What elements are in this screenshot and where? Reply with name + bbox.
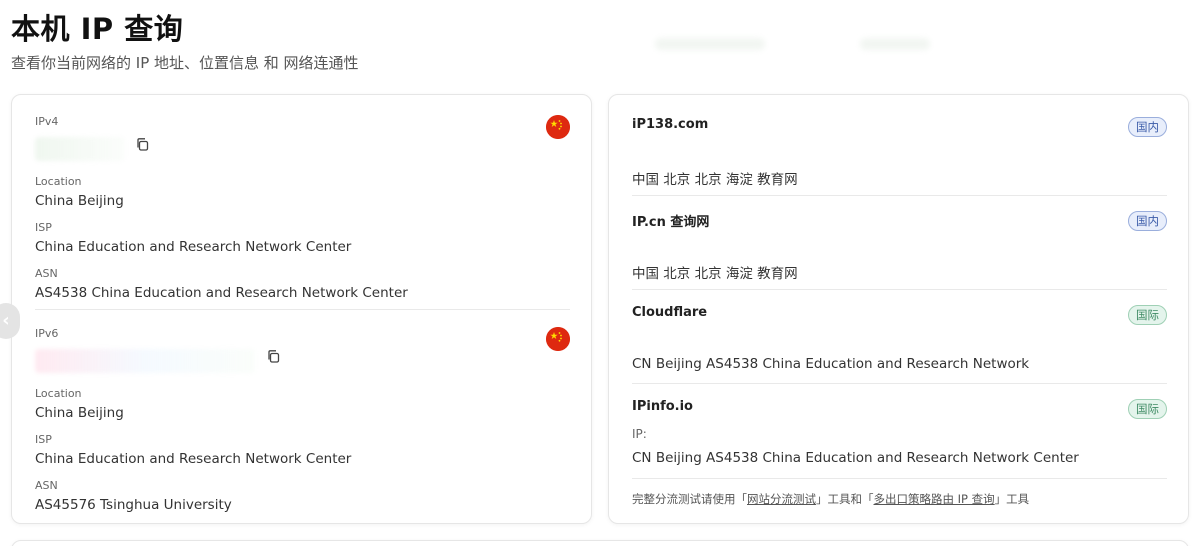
chevron-left-icon[interactable]: ‹ <box>0 303 20 339</box>
isp-label: ISP <box>35 221 52 234</box>
ipv4-isp: ISP China Education and Research Network… <box>35 221 351 256</box>
next-card <box>11 540 1189 546</box>
page-subtitle: 查看你当前网络的 IP 地址、位置信息 和 网络连通性 <box>11 54 359 72</box>
asn-value: AS45576 Tsinghua University <box>35 497 232 513</box>
china-flag-icon <box>546 327 570 351</box>
divider <box>632 195 1167 196</box>
divider <box>632 383 1167 384</box>
ipv6-location: Location China Beijing <box>35 387 124 422</box>
source-ipcn: IP.cn 查询网 国内 中国 北京 北京 海淀 教育网 <box>632 211 1167 282</box>
local-ip-card: IPv4 Location China Beijing ISP China Ed… <box>11 94 592 524</box>
asn-label: ASN <box>35 267 58 280</box>
footnote: 完整分流测试请使用「网站分流测试」工具和「多出口策略路由 IP 查询」工具 <box>632 491 1029 507</box>
source-name: Cloudflare <box>632 305 708 320</box>
ipv4-block: IPv4 Location China Beijing ISP China Ed… <box>35 115 570 301</box>
divider <box>632 289 1167 290</box>
page-title: 本机 IP 查询 <box>11 12 184 46</box>
source-detail: 中国 北京 北京 海淀 教育网 <box>632 172 798 188</box>
source-detail: 中国 北京 北京 海淀 教育网 <box>632 266 798 282</box>
ip-sources-card: iP138.com 国内 中国 北京 北京 海淀 教育网 IP.cn 查询网 国… <box>608 94 1189 524</box>
source-cloudflare: Cloudflare 国际 CN Beijing AS4538 China Ed… <box>632 305 1167 372</box>
isp-value: China Education and Research Network Cen… <box>35 451 352 467</box>
asn-value: AS4538 China Education and Research Netw… <box>35 285 408 301</box>
copy-icon[interactable] <box>135 137 150 152</box>
source-detail: CN Beijing AS4538 China Education and Re… <box>632 356 1030 372</box>
copy-icon[interactable] <box>266 349 281 364</box>
blurred-region <box>860 38 930 50</box>
ipv6-isp: ISP China Education and Research Network… <box>35 433 351 468</box>
china-flag-icon <box>546 115 570 139</box>
location-value: China Beijing <box>35 405 124 421</box>
ipv6-block: IPv6 Location China Beijing ISP China Ed… <box>35 327 570 513</box>
domestic-badge: 国内 <box>1128 117 1167 137</box>
ipv6-address-redacted <box>35 349 255 373</box>
domestic-badge: 国内 <box>1128 211 1167 231</box>
source-detail: CN Beijing AS4538 China Education and Re… <box>632 450 1079 466</box>
location-label: Location <box>35 387 82 400</box>
footnote-text: 完整分流测试请使用「 <box>632 492 747 506</box>
divider <box>632 478 1167 479</box>
international-badge: 国际 <box>1128 305 1167 325</box>
source-name: iP138.com <box>632 117 709 132</box>
site-split-test-link[interactable]: 网站分流测试 <box>747 492 816 506</box>
ipv4-address-redacted <box>35 137 125 161</box>
isp-value: China Education and Research Network Cen… <box>35 239 352 255</box>
ipv6-asn: ASN AS45576 Tsinghua University <box>35 479 232 514</box>
blurred-region <box>655 38 765 50</box>
source-ip-label: IP: <box>632 427 647 441</box>
footnote-text: 」工具和「 <box>816 492 874 506</box>
international-badge: 国际 <box>1128 399 1167 419</box>
ipv6-label: IPv6 <box>35 327 59 340</box>
ipv4-label: IPv4 <box>35 115 59 128</box>
source-ip138: iP138.com 国内 中国 北京 北京 海淀 教育网 <box>632 117 1167 188</box>
location-label: Location <box>35 175 82 188</box>
source-ipinfo: IPinfo.io 国际 IP: CN Beijing AS4538 China… <box>632 399 1167 466</box>
source-name: IP.cn 查询网 <box>632 215 710 230</box>
footnote-text: 」工具 <box>994 492 1030 506</box>
ipv4-asn: ASN AS4538 China Education and Research … <box>35 267 408 302</box>
ipv4-location: Location China Beijing <box>35 175 124 210</box>
divider <box>35 309 570 310</box>
isp-label: ISP <box>35 433 52 446</box>
ip-lookup-page: 本机 IP 查询 查看你当前网络的 IP 地址、位置信息 和 网络连通性 IPv… <box>0 0 1200 546</box>
asn-label: ASN <box>35 479 58 492</box>
source-name: IPinfo.io <box>632 399 693 414</box>
multi-exit-ip-query-link[interactable]: 多出口策略路由 IP 查询 <box>874 492 995 506</box>
location-value: China Beijing <box>35 193 124 209</box>
